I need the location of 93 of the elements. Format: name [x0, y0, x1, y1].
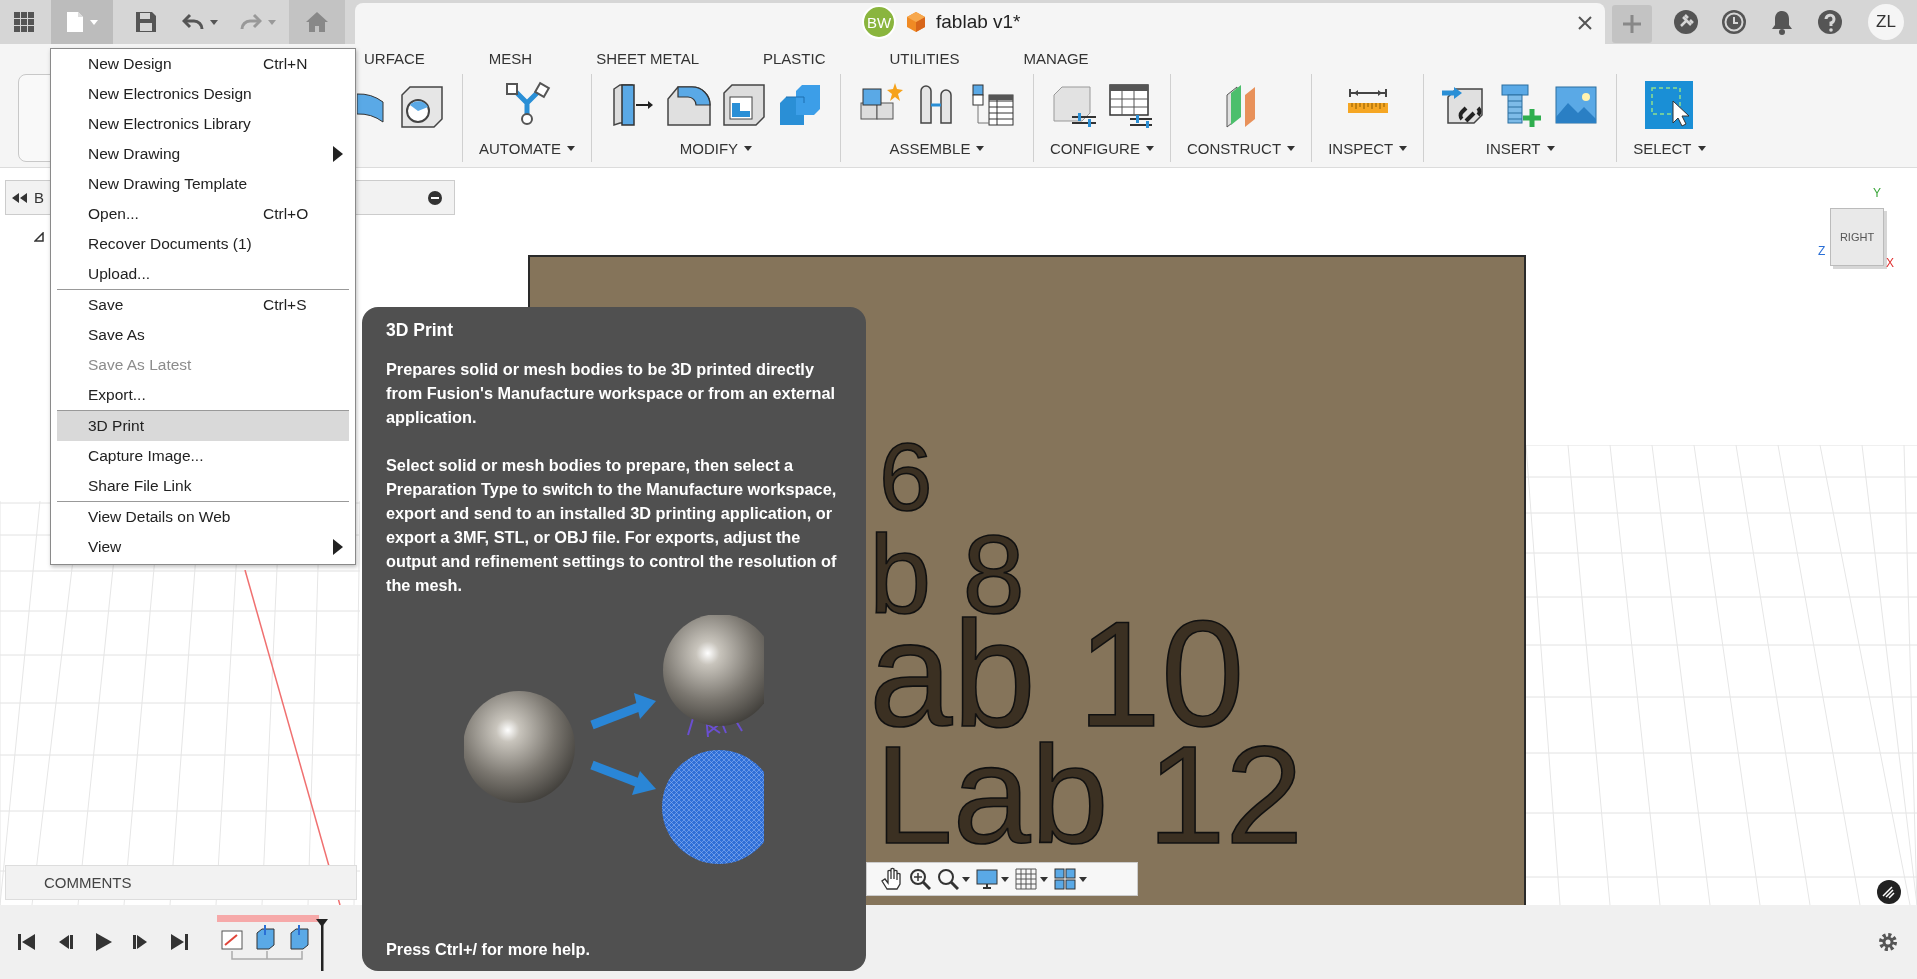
caret-icon: [1546, 145, 1555, 151]
play-icon[interactable]: [93, 932, 113, 952]
viewports-icon[interactable]: [1054, 868, 1076, 890]
skip-end-icon[interactable]: [169, 932, 189, 952]
caret-icon[interactable]: [1040, 876, 1048, 882]
monitor-icon[interactable]: [976, 868, 998, 890]
skip-start-icon[interactable]: [17, 932, 37, 952]
comments-panel[interactable]: COMMENTS: [5, 865, 357, 900]
submenu-arrow-icon: [333, 146, 343, 162]
document-title: fablab v1*: [936, 11, 1021, 33]
tool-group-menu[interactable]: INSPECT: [1328, 136, 1408, 160]
expand-triangle-icon[interactable]: [34, 232, 44, 242]
shortcut-text: Ctrl+O: [263, 205, 309, 223]
caret-icon[interactable]: [1079, 876, 1087, 882]
caret-icon: [976, 145, 985, 151]
menu-item[interactable]: View: [57, 532, 349, 562]
menu-item[interactable]: New Design Ctrl+N: [57, 49, 349, 79]
tool-group-menu[interactable]: ASSEMBLE: [889, 136, 985, 160]
caret-icon: [1145, 145, 1154, 151]
menu-item[interactable]: View Details on Web: [57, 502, 349, 532]
tooltip-help-hint: Press Ctrl+/ for more help.: [386, 940, 592, 959]
collapse-icon[interactable]: [428, 190, 442, 205]
menu-item[interactable]: New Drawing Template: [57, 169, 349, 199]
clock-icon[interactable]: [1720, 8, 1748, 36]
close-icon[interactable]: [1577, 15, 1593, 31]
tooltip-description: Select solid or mesh bodies to prepare, then select a Preparation Type to switch to the Manufacture workspace, export and send to an installed 3D printing application, or export a 3MF, STL, or OBJ file. For exports, adjust the output and refinement settings to control the resolution of the mesh.: [386, 455, 838, 596]
undo-icon: [182, 13, 204, 31]
caret-icon: [1697, 145, 1706, 151]
redo-icon: [240, 13, 262, 31]
view-cube[interactable]: RIGHT: [1830, 208, 1884, 266]
magnifier-icon[interactable]: [937, 868, 959, 890]
menu-item[interactable]: Save Ctrl+S: [57, 290, 349, 320]
workspace-tab[interactable]: UTILITIES: [889, 47, 960, 69]
tool-group-menu[interactable]: CONSTRUCT: [1186, 136, 1296, 160]
cube-icon: [906, 11, 926, 33]
menu-item[interactable]: Capture Image...: [57, 441, 349, 471]
save-icon: [135, 11, 157, 33]
caret-icon: [1399, 145, 1408, 151]
apps-grid-icon: [14, 12, 34, 32]
menu-item: Save As Latest: [87, 355, 193, 375]
browser-title: B: [34, 189, 44, 206]
tool-group-menu[interactable]: INSERT: [1485, 136, 1555, 160]
axis-label: Z: [1818, 244, 1826, 258]
tool-group-menu[interactable]: AUTOMATE: [479, 136, 575, 160]
cube-face-label[interactable]: RIGHT: [1839, 231, 1875, 243]
caret-icon[interactable]: [1001, 876, 1009, 882]
axis-label: Y: [1873, 186, 1881, 200]
menu-item[interactable]: Upload...: [57, 259, 349, 289]
workspace-tab[interactable]: MESH: [488, 47, 533, 69]
menu-item[interactable]: Share File Link: [57, 471, 349, 501]
tooltip-description: Prepares solid or mesh bodies to be 3D printed directly from Fusion's Manufacture workspace or from an external application.: [386, 359, 836, 428]
menu-item[interactable]: Save As: [57, 320, 349, 350]
select-cursor-icon[interactable]: [1645, 81, 1694, 129]
hand-icon[interactable]: [881, 867, 903, 891]
bell-icon[interactable]: [1770, 9, 1794, 35]
caret-icon: [1287, 145, 1296, 151]
plus-icon: [1622, 13, 1642, 34]
tool-group-menu[interactable]: CONFIGURE: [1049, 136, 1154, 160]
tool-group-menu[interactable]: SELECT: [1633, 136, 1706, 160]
user-avatar[interactable]: ZL: [1868, 4, 1904, 40]
menu-item[interactable]: Open... Ctrl+O: [57, 199, 349, 229]
menu-item[interactable]: New Electronics Design: [57, 79, 349, 109]
workspace-tab[interactable]: PLASTIC: [763, 47, 826, 69]
menu-item[interactable]: 3D Print: [57, 411, 349, 441]
workspace-tab[interactable]: SHEET METAL: [596, 47, 699, 69]
engraved-text: 6: [879, 429, 933, 525]
shortcut-text: Ctrl+N: [263, 55, 308, 73]
document-tab[interactable]: BW fablab v1*: [355, 3, 1605, 44]
menu-item[interactable]: New Drawing: [57, 139, 349, 169]
double-left-icon[interactable]: [12, 192, 28, 203]
caret-icon[interactable]: [210, 19, 218, 25]
caret-icon[interactable]: [962, 876, 970, 882]
pen-circle-icon[interactable]: [1877, 880, 1901, 904]
plug-circle-icon[interactable]: [1672, 8, 1700, 36]
menu-item[interactable]: Export...: [57, 380, 349, 410]
help-icon[interactable]: [1816, 8, 1844, 36]
grid-icon[interactable]: [1015, 868, 1037, 890]
box-hole-icon[interactable]: [398, 83, 446, 131]
menu-item[interactable]: Recover Documents (1): [57, 229, 349, 259]
settings-icon[interactable]: [1877, 931, 1899, 953]
home-icon: [305, 11, 329, 33]
axis-label: X: [1886, 256, 1894, 270]
workspace-tab[interactable]: URFACE: [364, 47, 425, 69]
menu-item[interactable]: New Electronics Library: [57, 109, 349, 139]
submenu-arrow-icon: [333, 539, 343, 555]
shortcut-text: Ctrl+S: [263, 296, 307, 314]
tool-group-menu[interactable]: MODIFY: [679, 136, 753, 160]
caret-icon: [566, 145, 575, 151]
document-icon: [66, 11, 84, 33]
zoom-icon[interactable]: [909, 868, 931, 890]
caret-icon: [744, 145, 753, 151]
workspace-tab[interactable]: MANAGE: [1023, 47, 1089, 69]
tooltip-title: 3D Print: [386, 319, 455, 342]
